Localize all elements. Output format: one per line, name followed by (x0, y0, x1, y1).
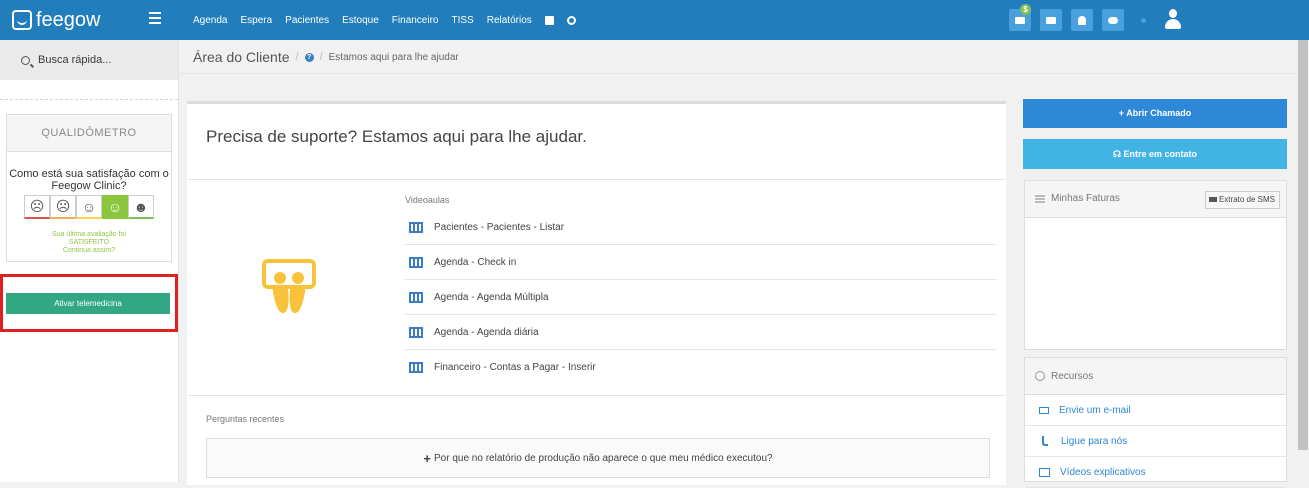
logo-icon (12, 10, 32, 30)
video-item[interactable]: Financeiro - Contas a Pagar - Inserir (405, 350, 997, 384)
unsatisfied-face-icon[interactable]: ☹ (50, 195, 76, 219)
video-item[interactable]: Agenda - Agenda Múltipla (405, 280, 997, 315)
send-email-link[interactable]: Envie um e-mail (1025, 395, 1286, 426)
phone-icon (1042, 436, 1048, 446)
slideshare-icon (262, 259, 316, 314)
invoices-panel: Minhas Faturas Extrato de SMS (1024, 180, 1287, 350)
satisfaction-scale: ☹ ☹ ☺ ☺ ☻ (7, 195, 171, 219)
open-ticket-button[interactable]: + Abrir Chamado (1023, 99, 1287, 128)
user-avatar-icon[interactable] (1165, 9, 1181, 31)
explanatory-videos-link[interactable]: Vídeos explicativos (1025, 457, 1286, 488)
video-item[interactable]: Agenda - Check in (405, 245, 997, 280)
list-button[interactable] (1040, 9, 1062, 31)
chat-button[interactable] (1102, 9, 1124, 31)
call-us-link[interactable]: Ligue para nós (1025, 426, 1286, 457)
logo-text: feegow (36, 8, 101, 31)
nav-espera[interactable]: Espera (240, 15, 272, 26)
plus-icon: + (423, 450, 431, 466)
list-icon (1046, 16, 1056, 24)
search-icon (21, 55, 30, 65)
videos-label: Videoaulas (405, 195, 450, 205)
divider (0, 99, 178, 100)
envelope-icon (1039, 406, 1049, 414)
recent-question-item[interactable]: + Por que no relatório de produção não a… (206, 438, 990, 478)
breadcrumb: Área do Cliente / ? / Estamos aqui para … (193, 49, 459, 65)
very-satisfied-face-icon[interactable]: ☻ (128, 195, 154, 219)
sms-statement-button[interactable]: Extrato de SMS (1204, 191, 1280, 209)
bell-icon (1078, 15, 1086, 25)
video-item[interactable]: Pacientes - Pacientes - Listar (405, 210, 997, 245)
film-icon (409, 256, 423, 268)
qualidometro-title: QUALIDÔMETRO (7, 115, 171, 152)
main-nav: Agenda Espera Pacientes Estoque Financei… (193, 0, 576, 40)
support-heading: Precisa de suporte? Estamos aqui para lh… (206, 127, 587, 146)
film-icon (409, 221, 423, 233)
list-icon (1035, 194, 1045, 203)
status-dot (1141, 18, 1146, 23)
quick-search-label: Busca rápida... (38, 54, 112, 66)
satisfaction-question: Como está sua satisfação com o Feegow Cl… (9, 168, 169, 192)
gear-icon[interactable] (566, 15, 576, 25)
satisfied-face-icon[interactable]: ☺ (102, 195, 128, 219)
help-icon: ? (304, 52, 314, 62)
film-icon (1039, 467, 1050, 477)
contact-button[interactable]: ☊ Entre em contato (1023, 139, 1287, 169)
app-logo[interactable]: feegow (12, 8, 101, 32)
quick-search[interactable]: Busca rápida... (0, 40, 178, 80)
chat-icon (1108, 16, 1118, 24)
film-icon (409, 291, 423, 303)
nav-estoque[interactable]: Estoque (342, 15, 379, 26)
neutral-face-icon[interactable]: ☺ (76, 195, 102, 219)
film-icon (409, 326, 423, 338)
divider (178, 73, 1309, 74)
video-item[interactable]: Agenda - Agenda diária (405, 315, 997, 350)
highlight-box (0, 274, 178, 332)
page-title: Área do Cliente (193, 49, 290, 65)
resources-panel: Recursos Envie um e-mail Ligue para nós … (1024, 357, 1287, 488)
film-icon (409, 361, 423, 373)
divider (188, 395, 1005, 396)
nav-agenda[interactable]: Agenda (193, 15, 227, 26)
nav-pacientes[interactable]: Pacientes (285, 15, 329, 26)
globe-icon (1035, 371, 1045, 381)
menu-toggle-icon[interactable] (149, 12, 161, 24)
invoices-title: Minhas Faturas (1051, 193, 1120, 204)
qualidometro-panel: QUALIDÔMETRO Como está sua satisfação co… (6, 114, 172, 262)
headset-icon: ☊ (1112, 149, 1124, 159)
nav-financeiro[interactable]: Financeiro (392, 15, 439, 26)
nav-relatorios[interactable]: Relatórios (487, 15, 532, 26)
recent-questions-label: Perguntas recentes (206, 414, 285, 424)
resources-title: Recursos (1051, 370, 1094, 382)
scrollbar-thumb[interactable] (1298, 40, 1308, 450)
last-rating-text: Sua última avaliação foi SATISFEITO Cont… (52, 231, 126, 254)
very-unsatisfied-face-icon[interactable]: ☹ (24, 195, 50, 219)
nav-tiss[interactable]: TISS (452, 15, 474, 26)
database-icon[interactable] (544, 15, 554, 25)
cash-icon (1015, 16, 1025, 24)
breadcrumb-subtitle: Estamos aqui para lhe ajudar (328, 51, 459, 63)
notifications-button[interactable] (1071, 9, 1093, 31)
money-badge: $ (1020, 4, 1031, 15)
envelope-icon (1208, 197, 1217, 203)
